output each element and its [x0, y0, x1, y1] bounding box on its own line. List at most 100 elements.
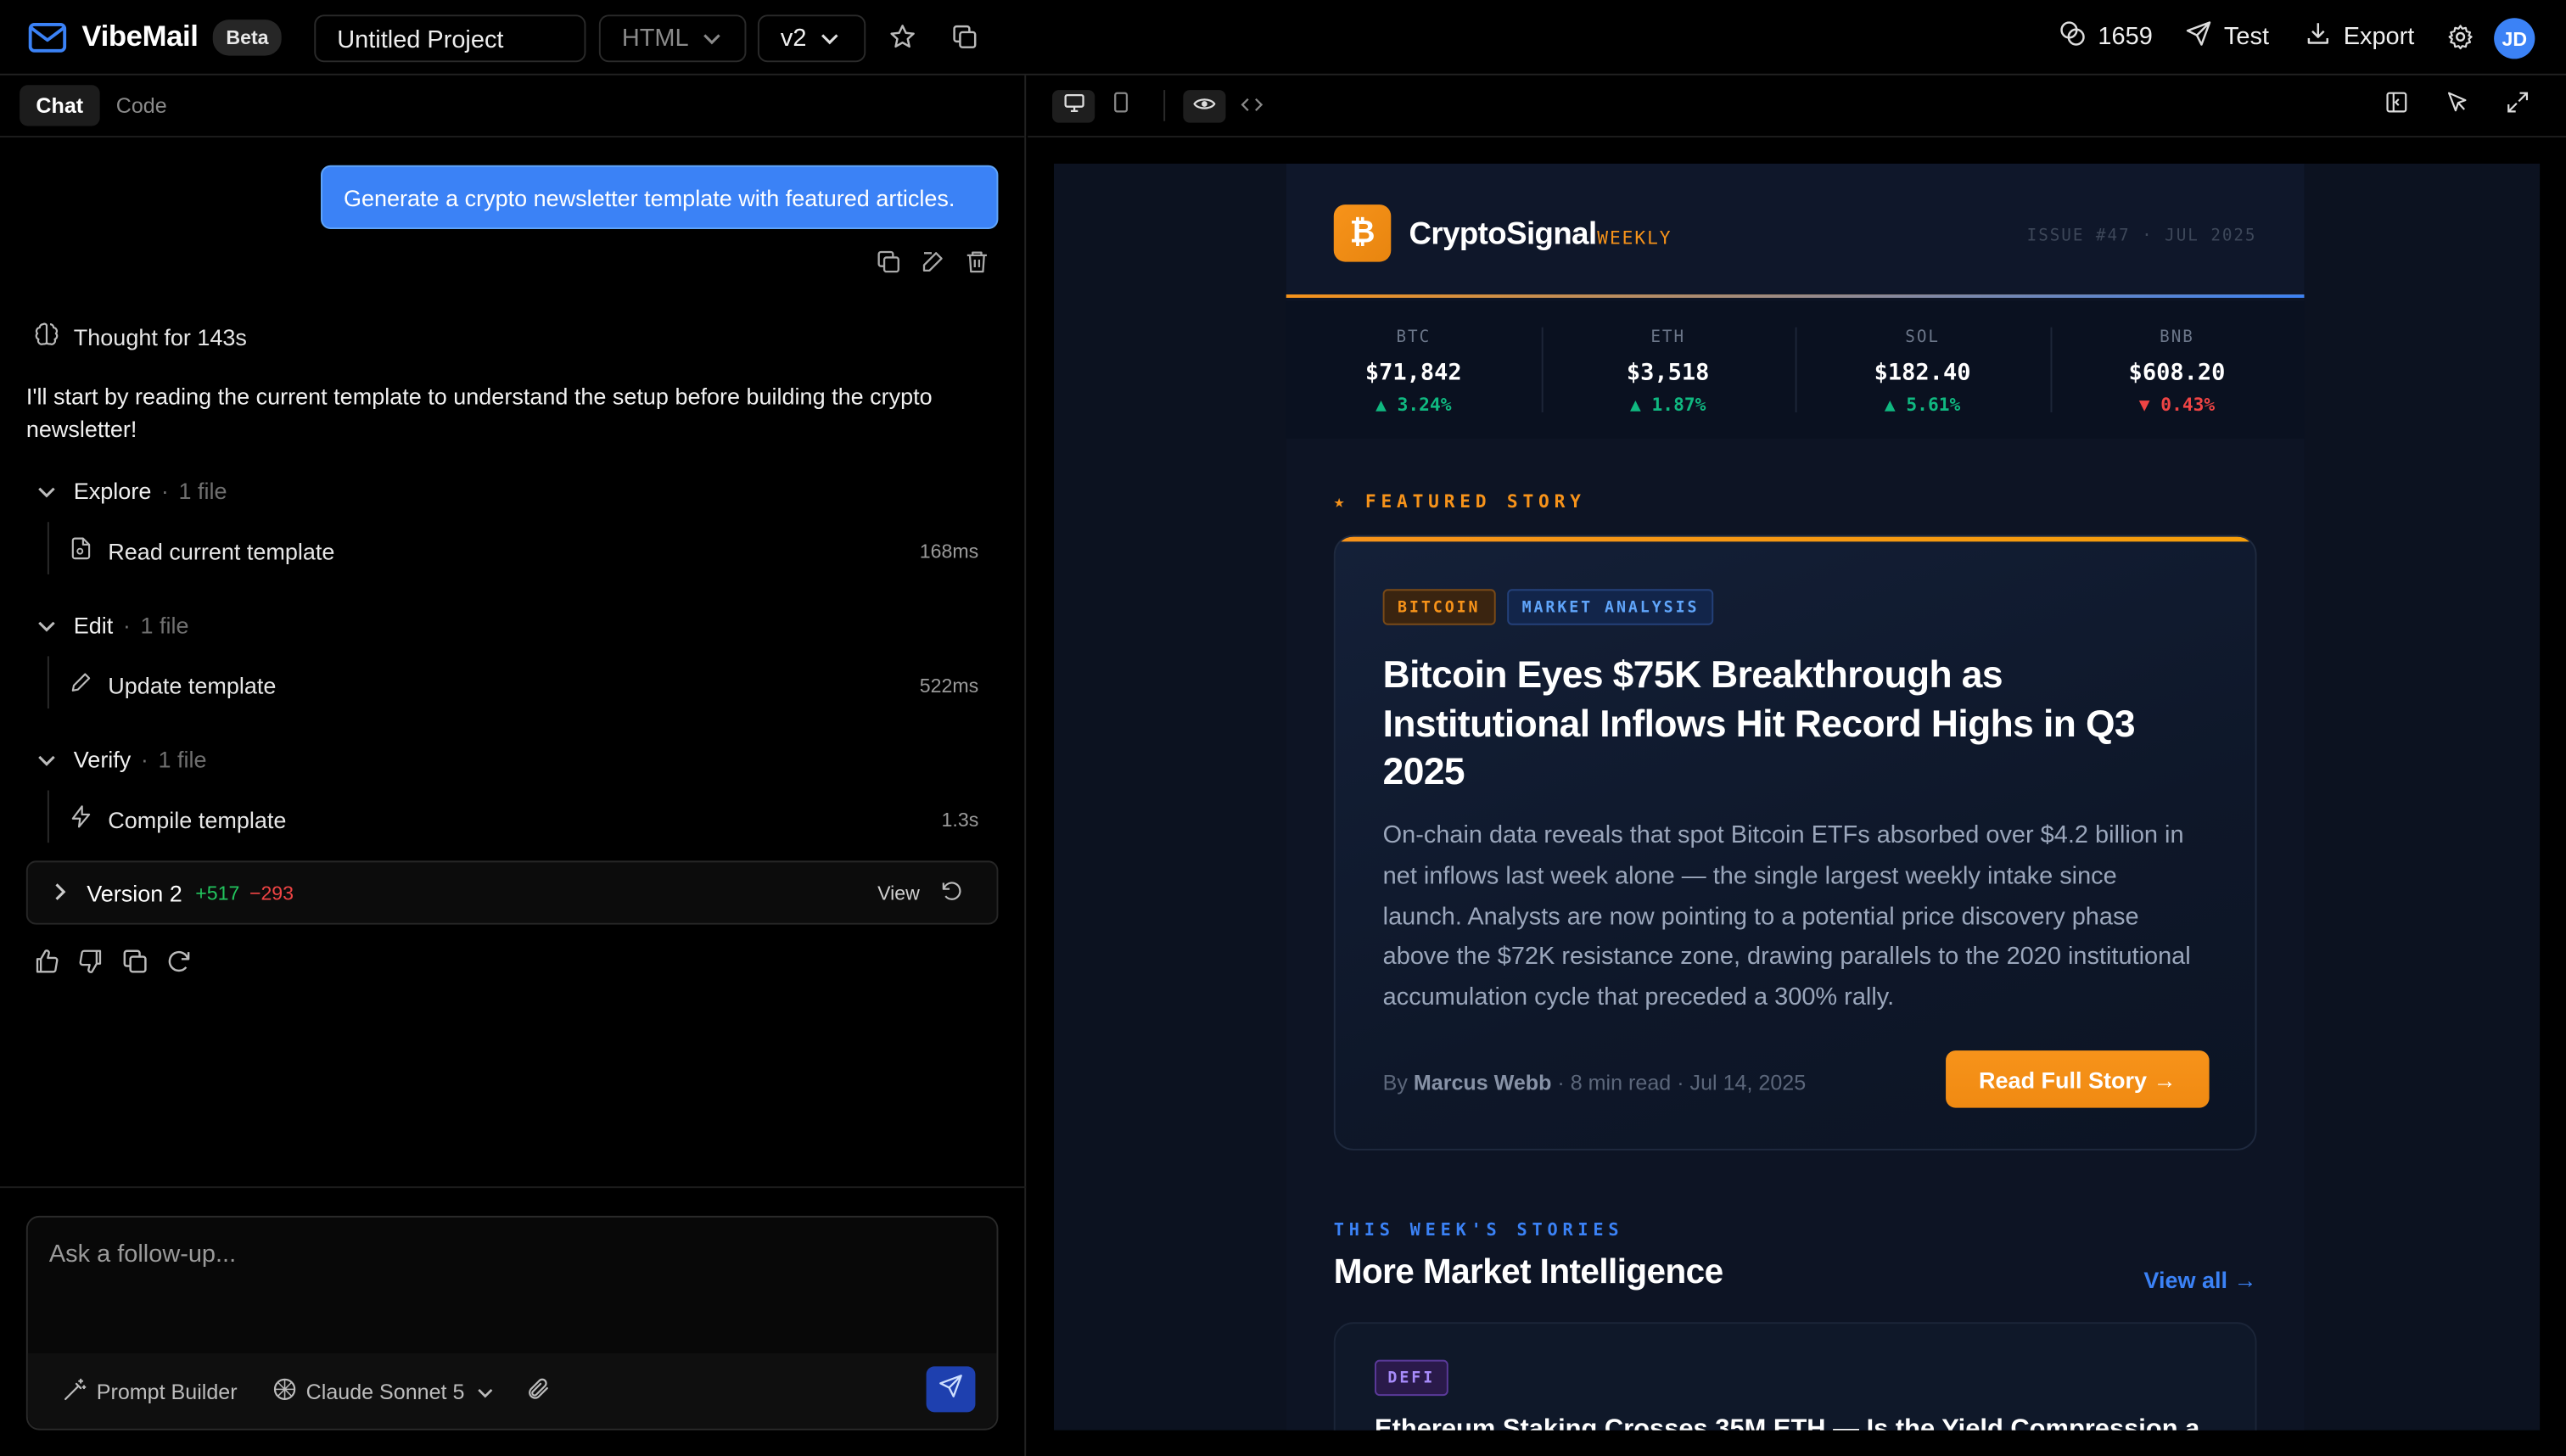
thought-label: Thought for 143s: [73, 323, 247, 350]
avatar[interactable]: JD: [2494, 18, 2535, 59]
composer-divider: [0, 1186, 1027, 1189]
pencil-icon: [69, 669, 93, 701]
desktop-view-button[interactable]: [1052, 90, 1095, 123]
lightning-icon: [69, 804, 93, 835]
publish-date: Jul 14, 2025: [1689, 1070, 1807, 1095]
step-connector: [47, 522, 49, 574]
star-icon[interactable]: [888, 23, 916, 59]
brain-icon: [33, 321, 74, 354]
copy-icon[interactable]: [876, 249, 902, 283]
toggle-panel-button[interactable]: [2374, 90, 2417, 123]
ticker-btc: BTC $71,842 ▲ 3.24%: [1286, 301, 1541, 439]
featured-title[interactable]: Bitcoin Eyes $75K Breakthrough as Instit…: [1383, 652, 2201, 797]
view-version-button[interactable]: View: [877, 882, 920, 904]
ticker-symbol: BTC: [1396, 328, 1431, 347]
step-edit[interactable]: Edit · 1 file: [36, 612, 189, 638]
lines-added: +517: [195, 881, 240, 904]
mail-icon: [28, 20, 67, 53]
phone-icon: [1112, 92, 1129, 121]
chevron-down-icon: [820, 25, 839, 53]
ticker-symbol: BNB: [2160, 328, 2194, 347]
file-search-icon: [69, 535, 93, 567]
cursor-icon: [2444, 90, 2468, 123]
credits-counter[interactable]: 1659: [2059, 20, 2153, 53]
newsletter-header: ₿ CryptoSignal WEEKLY ISSUE #47 · JUL 20…: [1286, 163, 2305, 298]
ticker-eth: ETH $3,518 ▲ 1.87%: [1540, 301, 1796, 439]
regenerate-icon[interactable]: [165, 948, 193, 983]
attach-button[interactable]: [525, 1376, 559, 1408]
model-select[interactable]: Claude Sonnet 5: [272, 1376, 502, 1408]
tag-defi[interactable]: DEFI: [1374, 1359, 1448, 1397]
logo[interactable]: VibeMail Beta: [28, 19, 282, 55]
prompt-builder-label: Prompt Builder: [96, 1379, 238, 1404]
copy-icon[interactable]: [121, 948, 149, 983]
preview-mode-button[interactable]: [1183, 90, 1226, 123]
test-button[interactable]: Test: [2185, 20, 2269, 53]
ticker-bnb: BNB $608.20 ▼ 0.43%: [2049, 301, 2305, 439]
project-name-input[interactable]: Untitled Project: [314, 14, 586, 63]
version-select[interactable]: v2: [757, 14, 866, 63]
brand-name: CryptoSignal: [1409, 217, 1597, 252]
step-item-update[interactable]: Update template 522ms: [69, 669, 978, 701]
story-title[interactable]: Ethereum Staking Crosses 35M ETH — Is th…: [1375, 1415, 2226, 1430]
step-count: 1 file: [178, 478, 227, 504]
composer: Ask a follow-up... Prompt Builder Claude…: [25, 1215, 999, 1431]
edit-icon[interactable]: [920, 249, 946, 283]
beta-badge: Beta: [212, 19, 282, 55]
tag-bitcoin[interactable]: BITCOIN: [1382, 589, 1495, 625]
format-select-value: HTML: [621, 24, 689, 53]
step-sep: ·: [160, 478, 169, 504]
credits-value: 1659: [2098, 22, 2153, 51]
select-element-button[interactable]: [2435, 90, 2478, 123]
ticker-symbol: ETH: [1650, 328, 1686, 347]
test-label: Test: [2223, 22, 2269, 51]
export-label: Export: [2343, 22, 2415, 51]
thumbs-down-icon[interactable]: [77, 948, 105, 983]
format-select[interactable]: HTML: [598, 14, 747, 63]
preview-panel: ₿ CryptoSignal WEEKLY ISSUE #47 · JUL 20…: [1028, 76, 2566, 1456]
tag-market-analysis[interactable]: MARKET ANALYSIS: [1507, 589, 1714, 625]
chat-panel: Chat Code Generate a crypto newsletter t…: [0, 75, 1027, 1456]
tab-chat[interactable]: Chat: [20, 85, 100, 126]
featured-label: ★ FEATURED STORY: [1333, 490, 1586, 512]
step-item-read[interactable]: Read current template 168ms: [69, 535, 978, 567]
model-label: Claude Sonnet 5: [305, 1379, 465, 1404]
download-icon: [2304, 20, 2343, 53]
issue-label: ISSUE #47 · JUL 2025: [2026, 227, 2257, 246]
step-explore[interactable]: Explore · 1 file: [36, 478, 227, 504]
step-item-time: 1.3s: [941, 807, 979, 831]
version-row[interactable]: Version 2 +517 −293 View: [25, 860, 999, 925]
export-button[interactable]: Export: [2304, 20, 2414, 53]
step-name: Explore: [73, 478, 152, 504]
step-connector: [47, 790, 49, 843]
version-select-value: v2: [780, 24, 807, 53]
price-ticker: BTC $71,842 ▲ 3.24% ETH $3,518 ▲ 1.87% S…: [1286, 300, 2305, 439]
thumbs-up-icon[interactable]: [33, 948, 61, 983]
featured-story-card: BITCOIN MARKET ANALYSIS Bitcoin Eyes $75…: [1333, 535, 2257, 1151]
feedback-actions: [33, 948, 210, 983]
story-card: DEFI Ethereum Staking Crosses 35M ETH — …: [1333, 1322, 2257, 1431]
undo-icon[interactable]: [939, 878, 964, 908]
tab-code[interactable]: Code: [99, 85, 183, 126]
send-button[interactable]: [926, 1366, 976, 1413]
gear-icon[interactable]: [2446, 23, 2474, 59]
composer-toolbar: Prompt Builder Claude Sonnet 5: [27, 1352, 997, 1429]
mobile-view-button[interactable]: [1100, 90, 1142, 123]
user-message: Generate a crypto newsletter template wi…: [320, 165, 999, 229]
followup-input[interactable]: Ask a follow-up...: [49, 1240, 236, 1268]
view-all-link[interactable]: View all →: [2143, 1267, 2256, 1293]
fullscreen-button[interactable]: [2496, 90, 2538, 123]
thought-summary[interactable]: Thought for 143s: [33, 321, 247, 354]
step-verify[interactable]: Verify · 1 file: [36, 746, 207, 772]
app-root: VibeMail Beta Untitled Project HTML v2 1…: [0, 0, 2566, 1456]
step-item-compile[interactable]: Compile template 1.3s: [69, 804, 978, 835]
chevron-down-icon: [36, 478, 57, 504]
read-full-story-button[interactable]: Read Full Story →: [1946, 1050, 2210, 1108]
model-icon: [272, 1376, 305, 1408]
duplicate-icon[interactable]: [950, 23, 978, 59]
prompt-builder-button[interactable]: Prompt Builder: [62, 1376, 238, 1408]
trash-icon[interactable]: [964, 249, 990, 283]
byline: By Marcus Webb · 8 min read · Jul 14, 20…: [1383, 1070, 1807, 1095]
send-icon: [2185, 20, 2224, 53]
code-mode-button[interactable]: [1230, 90, 1273, 123]
